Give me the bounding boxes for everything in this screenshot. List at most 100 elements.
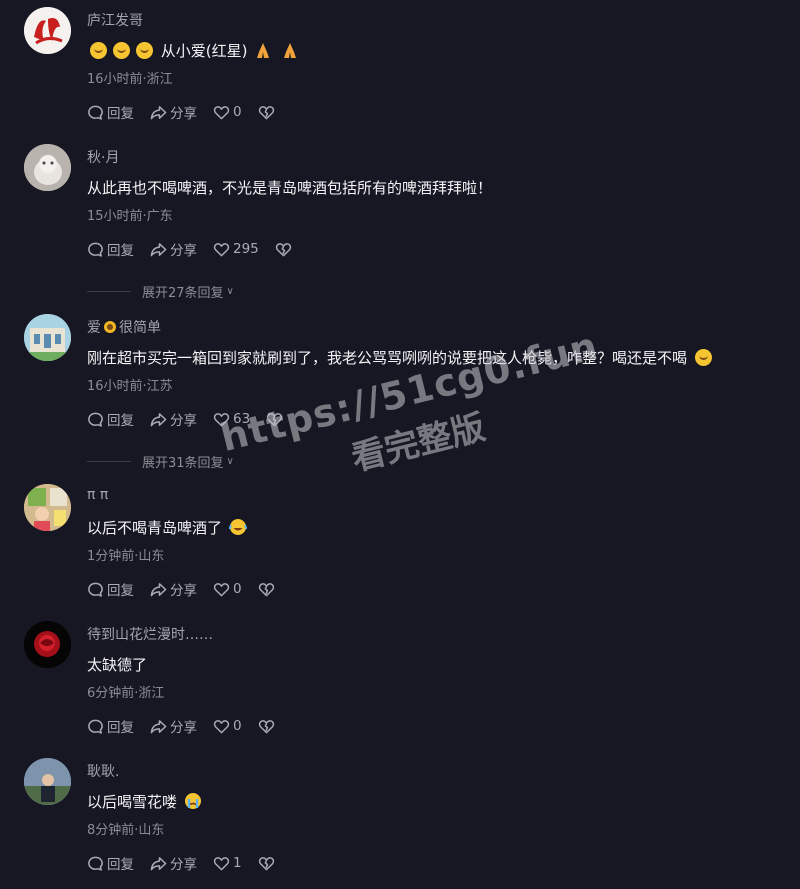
reply-label: 回复: [107, 720, 134, 736]
broken-heart-icon: [275, 242, 291, 256]
avatar[interactable]: [24, 7, 71, 54]
avatar[interactable]: [24, 758, 71, 805]
share-label: 分享: [170, 243, 197, 259]
like-count: 295: [233, 241, 259, 257]
dislike-button[interactable]: [258, 104, 278, 121]
divider: [87, 290, 131, 292]
avatar[interactable]: [24, 621, 71, 668]
reply-icon: [88, 856, 103, 871]
timestamp-location: 1分钟前·山东: [87, 549, 165, 564]
watermark-caption: 看完整版: [347, 407, 490, 480]
reply-label: 回复: [107, 413, 134, 429]
reply-button[interactable]: 回复: [87, 853, 134, 873]
expand-replies-button[interactable]: 展开31条回复 ∨: [87, 452, 234, 471]
share-label: 分享: [170, 720, 197, 736]
like-button[interactable]: 0: [213, 104, 242, 121]
username[interactable]: 待到山花烂漫时……: [87, 624, 213, 644]
like-count: 63: [233, 411, 251, 427]
avatar[interactable]: [24, 314, 71, 361]
comment-body: 刚在超市买完一箱回到家就刷到了，我老公骂骂咧咧的说要把这人枪毙，咋整？喝还是不喝: [87, 349, 688, 367]
action-bar: 回复 分享 0: [87, 716, 294, 736]
heart-icon: [213, 856, 230, 870]
share-icon: [150, 105, 167, 119]
action-bar: 回复 分享 295: [87, 239, 311, 259]
share-icon: [150, 856, 167, 870]
heart-icon: [213, 242, 230, 256]
username[interactable]: 庐江发哥: [87, 10, 143, 30]
smile-emoji-icon: [136, 42, 153, 59]
dislike-button[interactable]: [266, 411, 286, 428]
share-icon: [150, 242, 167, 256]
share-icon: [150, 582, 167, 596]
timestamp-location: 8分钟前·山东: [87, 823, 165, 838]
reply-icon: [88, 719, 103, 734]
like-button[interactable]: 295: [213, 241, 259, 258]
action-bar: 回复 分享 0: [87, 579, 294, 599]
heart-icon: [213, 412, 230, 426]
broken-heart-icon: [258, 856, 274, 870]
reply-icon: [88, 412, 103, 427]
like-button[interactable]: 0: [213, 718, 242, 735]
like-button[interactable]: 63: [213, 411, 250, 428]
reply-icon: [88, 105, 103, 120]
dislike-button[interactable]: [258, 581, 278, 598]
comment-text: 从此再也不喝啤酒，不光是青岛啤酒包括所有的啤酒拜拜啦！: [87, 179, 493, 197]
like-button[interactable]: 0: [213, 581, 242, 598]
broken-heart-icon: [258, 105, 274, 119]
action-bar: 回复 分享 0: [87, 102, 294, 122]
comment-text: 太缺德了: [87, 656, 148, 674]
smile-emoji-icon: [694, 349, 712, 366]
dislike-button[interactable]: [258, 718, 278, 735]
timestamp-location: 16小时前·江苏: [87, 379, 173, 394]
broken-heart-icon: [258, 719, 274, 733]
timestamp-location: 15小时前·广东: [87, 209, 173, 224]
chevron-down-icon: ∨: [226, 455, 234, 467]
reply-label: 回复: [107, 106, 134, 122]
timestamp-location: 16小时前·浙江: [87, 72, 173, 87]
avatar[interactable]: [24, 484, 71, 531]
action-bar: 回复 分享 63: [87, 409, 302, 429]
reply-label: 回复: [107, 243, 134, 259]
username-part: 爱: [87, 320, 101, 336]
comment-body: 以后不喝青岛啤酒了: [87, 519, 223, 537]
reply-button[interactable]: 回复: [87, 409, 134, 429]
divider: [87, 460, 131, 462]
reply-icon: [88, 242, 103, 257]
reply-button[interactable]: 回复: [87, 716, 134, 736]
share-button[interactable]: 分享: [150, 579, 197, 599]
comment-text: 以后喝雪花喽: [87, 791, 202, 812]
username[interactable]: π π: [87, 487, 108, 503]
reply-button[interactable]: 回复: [87, 239, 134, 259]
like-button[interactable]: 1: [213, 855, 242, 872]
timestamp-location: 6分钟前·浙江: [87, 686, 165, 701]
avatar[interactable]: [24, 144, 71, 191]
broken-heart-icon: [267, 412, 283, 426]
broken-heart-icon: [258, 582, 274, 596]
username[interactable]: 秋·月: [87, 147, 119, 167]
like-count: 0: [233, 718, 242, 734]
dislike-button[interactable]: [258, 855, 278, 872]
action-bar: 回复 分享 1: [87, 853, 294, 873]
dislike-button[interactable]: [275, 241, 295, 258]
share-button[interactable]: 分享: [150, 102, 197, 122]
share-button[interactable]: 分享: [150, 853, 197, 873]
share-button[interactable]: 分享: [150, 239, 197, 259]
username[interactable]: 耿耿.: [87, 761, 119, 781]
expand-replies-button[interactable]: 展开27条回复 ∨: [87, 282, 234, 301]
chevron-down-icon: ∨: [226, 285, 234, 297]
laugh-cry-emoji-icon: [228, 519, 248, 535]
reply-button[interactable]: 回复: [87, 102, 134, 122]
share-button[interactable]: 分享: [150, 716, 197, 736]
pray-emoji-icon: [284, 43, 297, 58]
reply-label: 回复: [107, 583, 134, 599]
smile-emoji-icon: [113, 42, 130, 59]
expand-label: 展开27条回复: [142, 285, 224, 301]
username-part: 很简单: [119, 320, 161, 336]
username[interactable]: 爱 很简单: [87, 317, 161, 337]
reply-button[interactable]: 回复: [87, 579, 134, 599]
share-button[interactable]: 分享: [150, 409, 197, 429]
share-label: 分享: [170, 583, 197, 599]
share-icon: [150, 719, 167, 733]
crying-emoji-icon: [184, 793, 201, 809]
comment-text: 刚在超市买完一箱回到家就刷到了，我老公骂骂咧咧的说要把这人枪毙，咋整？喝还是不喝: [87, 347, 715, 368]
